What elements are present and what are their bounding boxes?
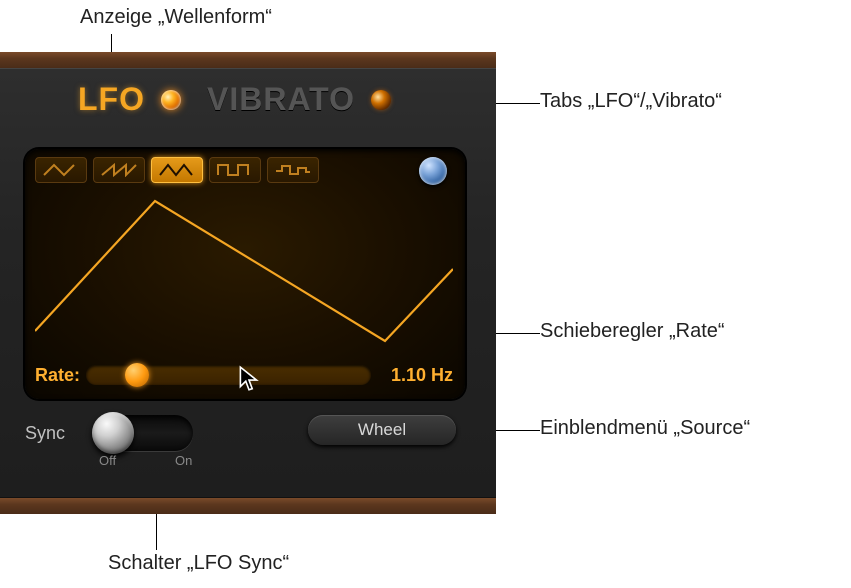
sync-toggle-knob[interactable] [92,412,134,454]
wave-square-button[interactable] [209,157,261,183]
waveform-display [35,191,453,343]
waveform-plot-icon [35,191,453,343]
rate-slider-thumb[interactable] [125,363,149,387]
wood-frame-bottom [0,498,496,514]
sync-on-label: On [175,453,192,468]
rate-slider[interactable] [86,365,371,385]
lamp-vibrato-icon [371,90,391,110]
source-popup-menu[interactable]: Wheel [308,415,456,445]
tab-lfo[interactable]: LFO [70,81,153,118]
rate-value: 1.10 Hz [381,365,453,386]
rate-label: Rate: [35,365,80,386]
sync-label: Sync [25,423,65,444]
wave-triangle-down-button[interactable] [35,157,87,183]
tab-vibrato[interactable]: VIBRATO [199,81,363,118]
triangle-down-icon [42,163,80,177]
wood-frame-top [0,52,496,68]
random-icon [274,163,312,177]
lamp-lfo-icon [161,90,181,110]
triangle-icon [158,163,196,177]
annotation-sync-switch: Schalter „LFO Sync“ [108,552,289,575]
mouse-cursor-icon [238,365,260,393]
saw-icon [100,163,138,177]
square-icon [216,163,254,177]
wave-random-button[interactable] [267,157,319,183]
waveform-selector [35,157,319,183]
lfo-vibrato-tabs: LFO VIBRATO [70,81,409,118]
wave-saw-button[interactable] [93,157,145,183]
lfo-panel: Rate: 1.10 Hz [25,149,465,399]
annotation-rate-slider: Schieberegler „Rate“ [540,320,725,343]
wave-triangle-button[interactable] [151,157,203,183]
annotation-waveform: Anzeige „Wellenform“ [80,6,272,29]
annotation-tabs: Tabs „LFO“/„Vibrato“ [540,90,722,113]
depth-slider[interactable] [419,157,447,191]
plugin-body: LFO VIBRATO [0,68,496,498]
sync-off-label: Off [99,453,116,468]
source-popup-value: Wheel [358,420,406,440]
sync-toggle[interactable] [97,415,193,451]
sync-block: Sync Off On [25,407,225,467]
depth-slider-thumb[interactable] [419,157,447,185]
annotation-source-menu: Einblendmenü „Source“ [540,417,750,440]
